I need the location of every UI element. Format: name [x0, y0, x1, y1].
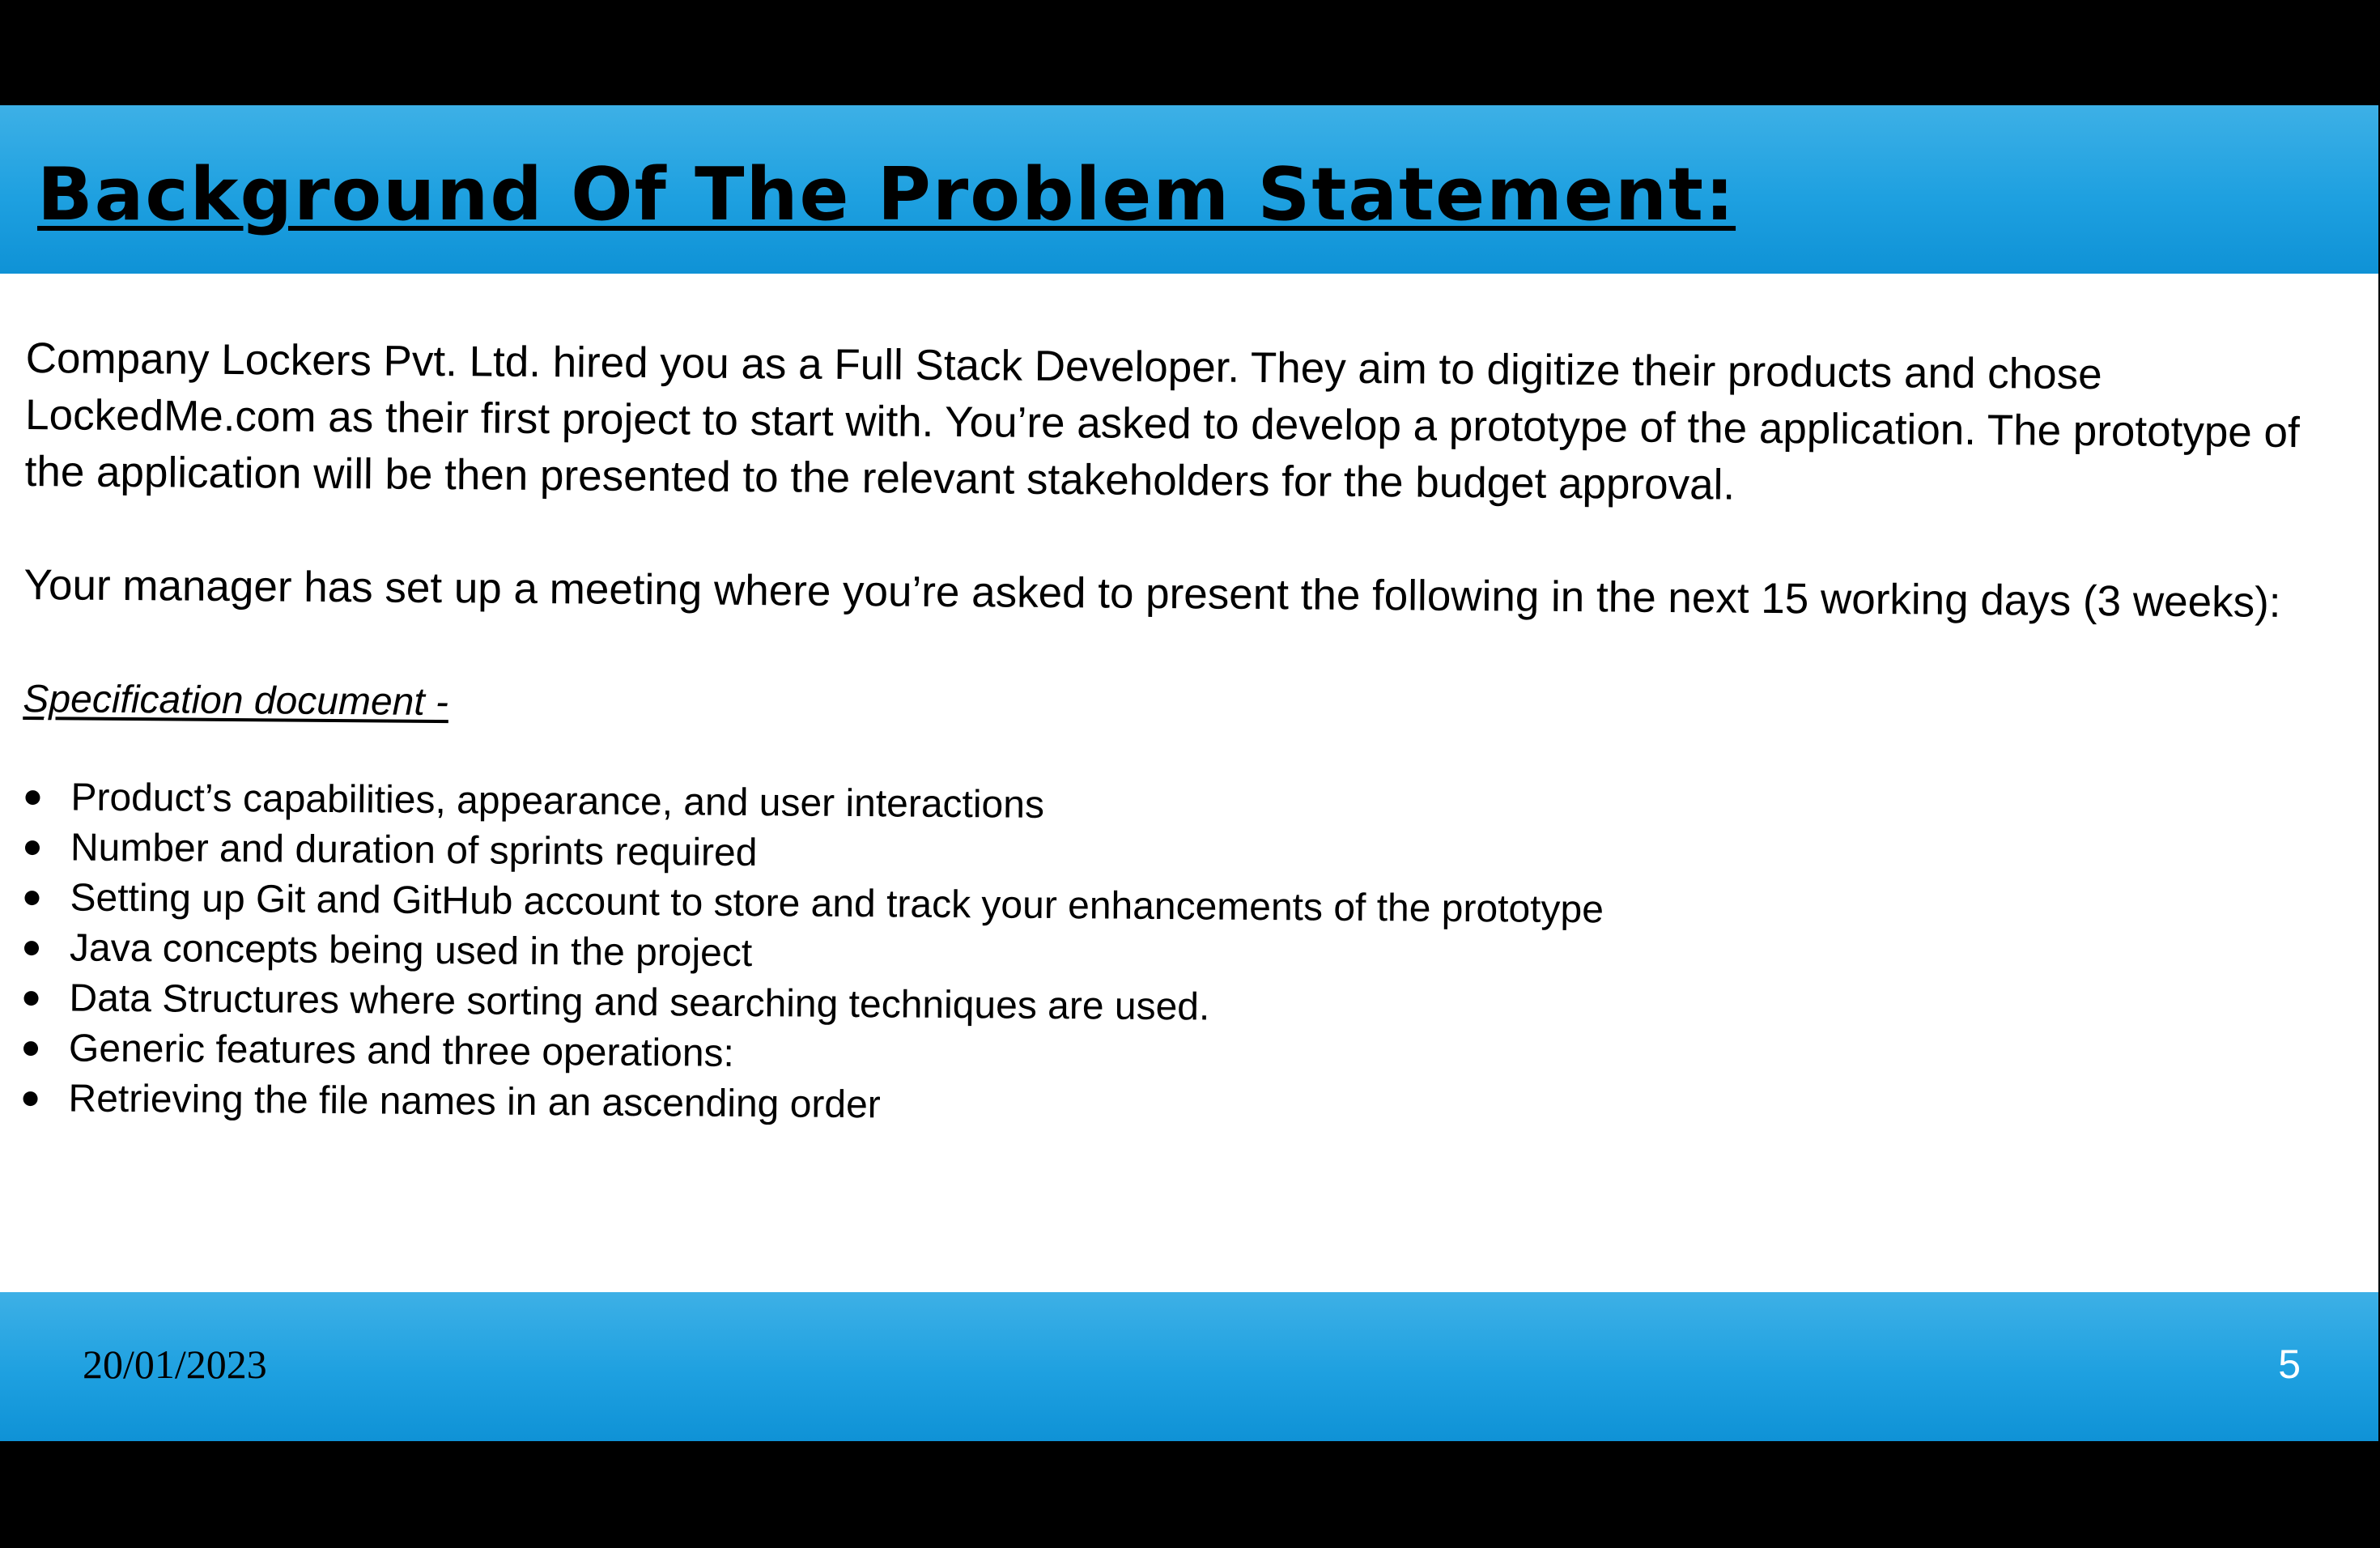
bullet-icon — [23, 1041, 39, 1057]
footer-band: 20/01/2023 5 — [0, 1292, 2378, 1441]
list-item-text: Setting up Git and GitHub account to sto… — [70, 876, 1604, 932]
specification-heading: Specification document - — [23, 677, 449, 725]
slide-title: Background Of The Problem Statement: — [37, 152, 1736, 237]
meeting-paragraph: Your manager has set up a meeting where … — [23, 560, 2281, 627]
specification-list: Product’s capabilities, appearance, and … — [19, 772, 2353, 1142]
slide-number: 5 — [2278, 1342, 2301, 1387]
list-item-text: Retrieving the file names in an ascendin… — [68, 1077, 881, 1127]
list-item-text: Product’s capabilities, appearance, and … — [70, 776, 1045, 827]
bullet-icon — [23, 991, 39, 1006]
bullet-icon — [24, 840, 40, 856]
list-item-text: Generic features and three operations: — [68, 1027, 735, 1075]
intro-paragraph: Company Lockers Pvt. Ltd. hired you as a… — [24, 334, 2300, 509]
bullet-icon — [23, 941, 40, 956]
list-item-text: Number and duration of sprints required — [70, 826, 758, 875]
bullet-icon — [25, 790, 40, 806]
list-item-text: Java concepts being used in the project — [69, 926, 753, 976]
title-band: Background Of The Problem Statement: — [0, 105, 2378, 274]
presentation-slide: Background Of The Problem Statement: Com… — [0, 105, 2378, 1441]
list-item-text: Data Structures where sorting and search… — [69, 976, 1210, 1029]
bullet-icon — [24, 891, 40, 906]
slide-content: Company Lockers Pvt. Ltd. hired you as a… — [19, 330, 2357, 1142]
bullet-icon — [23, 1091, 38, 1107]
footer-date: 20/01/2023 — [83, 1342, 267, 1387]
